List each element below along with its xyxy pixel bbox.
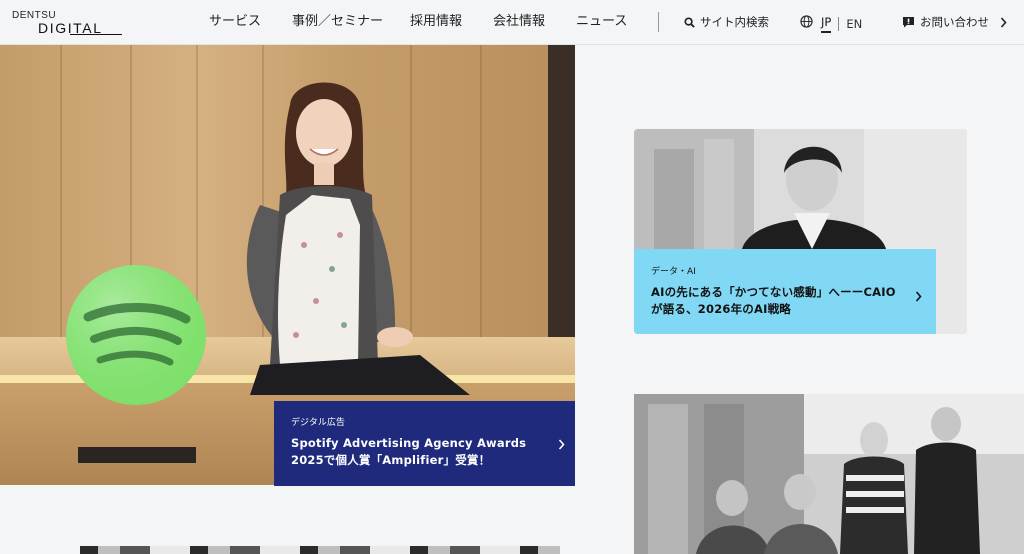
nav-item-recruit[interactable]: 採用情報	[410, 14, 462, 30]
next-section-photo-strip	[80, 546, 560, 554]
logo-underline	[70, 34, 122, 35]
nav-item-services[interactable]: サービス	[209, 14, 261, 30]
caio-card-category: データ・AI	[651, 267, 696, 277]
dark-doorway	[548, 45, 575, 355]
caio-card-label: データ・AI AIの先にある「かつてない感動」へーーCAIO が語る、2026年…	[634, 249, 936, 334]
hero-card-title: Spotify Advertising Agency Awards 2025で個…	[291, 435, 541, 469]
contact-label: お問い合わせ	[920, 15, 989, 29]
site-header: DENTSU DIGITAL サービス 事例／セミナー 採用情報 会社情報 ニュ…	[0, 0, 1024, 45]
spotify-award-trophy	[66, 265, 206, 469]
caio-card-title-line1: AIの先にある「かつてない感動」へーーCAIO	[651, 285, 896, 299]
language-separator	[838, 16, 840, 31]
logo-text-bottom: DIGITAL	[38, 20, 103, 36]
hero-article-card[interactable]: デジタル広告 Spotify Advertising Agency Awards…	[274, 401, 575, 486]
caio-card-title: AIの先にある「かつてない感動」へーーCAIO が語る、2026年のAI戦略	[651, 284, 911, 318]
language-jp[interactable]: JP	[821, 14, 832, 33]
nav-item-cases-seminars[interactable]: 事例／セミナー	[292, 14, 383, 30]
chevron-right-icon	[1000, 16, 1007, 28]
globe-icon	[800, 15, 813, 32]
site-search-label: サイト内検索	[700, 15, 769, 29]
hero-card-title-line2: 2025で個人賞「Amplifier」受賞！	[291, 453, 491, 467]
contact-button[interactable]: お問い合わせ	[902, 14, 1007, 30]
search-icon	[684, 16, 695, 28]
chevron-right-icon	[558, 435, 565, 454]
nav-item-news[interactable]: ニュース	[576, 14, 627, 30]
site-search-button[interactable]: サイト内検索	[684, 14, 769, 30]
caio-card-title-line2: が語る、2026年のAI戦略	[651, 302, 791, 316]
chat-icon	[902, 16, 915, 28]
article-card-caio[interactable]: データ・AI AIの先にある「かつてない感動」へーーCAIO が語る、2026年…	[634, 129, 967, 334]
nav-divider	[658, 12, 659, 32]
language-en[interactable]: EN	[846, 16, 862, 32]
hero-card-title-line1: Spotify Advertising Agency Awards	[291, 436, 527, 450]
chevron-right-icon	[915, 287, 922, 306]
language-switcher: JP EN	[800, 14, 862, 33]
hero-card-category: デジタル広告	[291, 418, 345, 428]
wall-plank	[60, 45, 62, 375]
nav-item-company[interactable]: 会社情報	[493, 14, 545, 30]
dentsu-digital-logo[interactable]: DENTSU DIGITAL	[12, 10, 122, 36]
hero-person-photo	[220, 65, 480, 399]
wall-plank	[480, 45, 482, 375]
group-photo	[634, 394, 1024, 554]
article-card-group-photo[interactable]	[634, 394, 1024, 554]
